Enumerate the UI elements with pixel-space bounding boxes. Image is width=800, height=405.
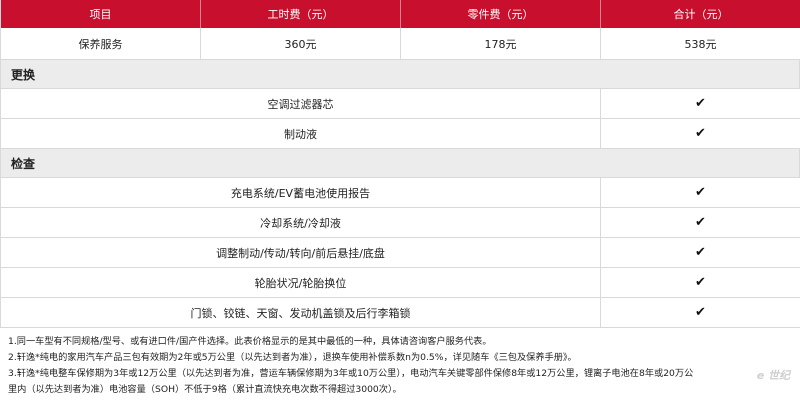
replace-item-name: 制动液 xyxy=(1,119,601,148)
footnotes: 1.同一车型有不同规格/型号、或有进口件/国产件选择。此表价格显示的是其中最低的… xyxy=(0,328,800,398)
table-row: 充电系统/EV蓄电池使用报告 ✔ xyxy=(1,178,800,208)
inspect-item-name: 轮胎状况/轮胎换位 xyxy=(1,268,601,297)
table-row: 制动液 ✔ xyxy=(1,119,800,149)
inspect-item-name: 冷却系统/冷却液 xyxy=(1,208,601,237)
service-labor: 360元 xyxy=(201,28,401,59)
footnote: 里内（以先达到者为准）电池容量（SOH）不低于9格（累计直流快充电次数不得超过3… xyxy=(8,384,402,395)
footnote: 1.同一车型有不同规格/型号、或有进口件/国产件选择。此表价格显示的是其中最低的… xyxy=(8,336,492,347)
table-row: 空调过滤器芯 ✔ xyxy=(1,89,800,119)
service-row: 保养服务 360元 178元 538元 xyxy=(1,28,800,60)
header-labor: 工时费（元） xyxy=(201,0,401,28)
table-row: 冷却系统/冷却液 ✔ xyxy=(1,208,800,238)
check-mark-icon: ✔ xyxy=(601,178,800,207)
check-mark-icon: ✔ xyxy=(601,119,800,148)
check-mark-icon: ✔ xyxy=(601,298,800,327)
check-mark-icon: ✔ xyxy=(601,238,800,267)
table-row: 门锁、铰链、天窗、发动机盖锁及后行李箱锁 ✔ xyxy=(1,298,800,328)
maintenance-table: 项目 工时费（元） 零件费（元） 合计（元） 保养服务 360元 178元 53… xyxy=(0,0,800,328)
header-parts: 零件费（元） xyxy=(401,0,601,28)
replace-item-name: 空调过滤器芯 xyxy=(1,89,601,118)
check-mark-icon: ✔ xyxy=(601,268,800,297)
check-mark-icon: ✔ xyxy=(601,89,800,118)
header-total: 合计（元） xyxy=(673,8,729,21)
header-item: 项目 xyxy=(1,0,201,28)
table-header: 项目 工时费（元） 零件费（元） 合计（元） xyxy=(1,0,800,28)
service-name: 保养服务 xyxy=(1,28,201,59)
section-replace: 更换 xyxy=(1,60,800,89)
inspect-item-name: 调整制动/传动/转向/前后悬挂/底盘 xyxy=(1,238,601,267)
section-inspect: 检查 xyxy=(1,149,800,178)
inspect-item-name: 门锁、铰链、天窗、发动机盖锁及后行李箱锁 xyxy=(1,298,601,327)
service-parts: 178元 xyxy=(401,28,601,59)
service-total: 538元 xyxy=(601,28,800,59)
table-row: 调整制动/传动/转向/前后悬挂/底盘 ✔ xyxy=(1,238,800,268)
footnote: 2.轩逸*纯电的家用汽车产品三包有效期为2年或5万公里（以先达到者为准），退换车… xyxy=(8,352,577,363)
table-row: 轮胎状况/轮胎换位 ✔ xyxy=(1,268,800,298)
inspect-item-name: 充电系统/EV蓄电池使用报告 xyxy=(1,178,601,207)
watermark: e 世纪 xyxy=(756,369,790,382)
check-mark-icon: ✔ xyxy=(601,208,800,237)
footnote: 3.轩逸*纯电整车保修期为3年或12万公里（以先达到者为准，营运车辆保修期为3年… xyxy=(8,368,694,379)
